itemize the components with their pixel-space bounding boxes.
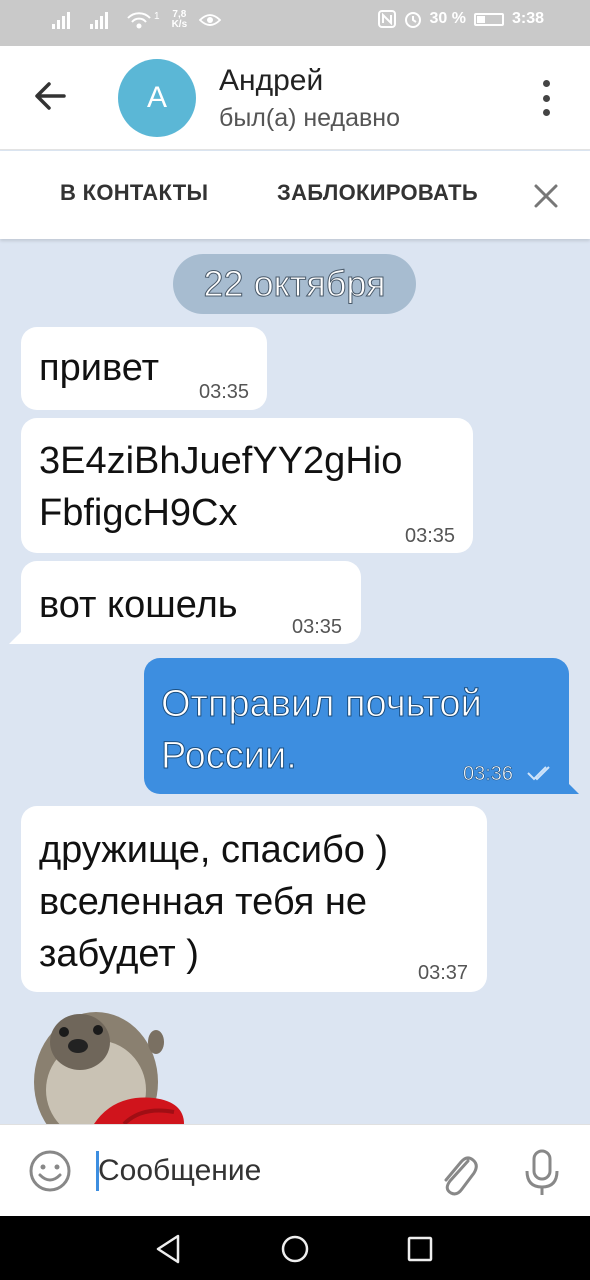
message-incoming[interactable]: вот кошель 03:35: [21, 561, 361, 644]
alarm-icon: [404, 12, 421, 28]
message-text-line1: 3E4ziBhJuefYY2gHio: [39, 440, 403, 482]
status-bar: 1 7,8 K/s 30 % 3:38: [0, 0, 590, 46]
close-icon[interactable]: [532, 182, 560, 210]
paperclip-icon[interactable]: [438, 1147, 478, 1197]
nav-recents-icon[interactable]: [403, 1232, 437, 1266]
message-time: 03:35: [292, 616, 343, 638]
message-text-line2: России.: [161, 735, 298, 778]
message-outgoing[interactable]: Отправил почьтой России. 03:36: [144, 658, 569, 794]
system-navigation-bar: [0, 1216, 590, 1280]
eye-icon: [199, 14, 222, 26]
message-time: 03:35: [405, 525, 456, 547]
message-incoming[interactable]: 3E4ziBhJuefYY2gHio FbfigcH9Cx 03:35: [21, 418, 473, 553]
battery-icon: [473, 12, 504, 26]
message-text-line3: забудет ): [39, 933, 199, 975]
message-text-line1: дружище, спасибо ): [39, 829, 389, 871]
otter-sticker-image: [34, 1012, 184, 1124]
message-time: 03:36: [463, 763, 514, 785]
microphone-icon[interactable]: [522, 1147, 562, 1197]
signal-icon: [50, 11, 76, 29]
nfc-icon: [377, 10, 396, 28]
message-incoming[interactable]: дружище, спасибо ) вселенная тебя не заб…: [21, 806, 487, 992]
date-divider: 22 октября: [173, 254, 416, 314]
message-text: вот кошель: [39, 584, 238, 626]
sim-badge: 1: [154, 10, 160, 22]
emoji-icon[interactable]: [28, 1149, 72, 1193]
last-seen-status: был(а) недавно: [219, 104, 401, 132]
message-time: 03:35: [199, 381, 250, 403]
clock: 3:38: [511, 10, 544, 27]
more-options-icon[interactable]: [532, 80, 560, 116]
avatar[interactable]: А: [118, 59, 196, 137]
network-speed: 7,8 K/s: [171, 9, 188, 30]
add-contact-button[interactable]: В КОНТАКТЫ: [60, 180, 208, 206]
message-input[interactable]: [98, 1147, 418, 1195]
message-incoming[interactable]: привет 03:35: [21, 327, 267, 410]
double-check-icon: [527, 766, 550, 781]
message-text: привет: [39, 347, 159, 389]
message-time: 03:37: [418, 962, 469, 984]
status-right: 30 % 3:38: [377, 10, 544, 28]
battery-percent: 30 %: [429, 10, 466, 27]
message-text-line2: вселенная тебя не: [39, 881, 368, 923]
wifi-icon: [127, 12, 151, 29]
contact-action-bar: В КОНТАКТЫ ЗАБЛОКИРОВАТЬ: [0, 151, 590, 239]
nav-back-icon[interactable]: [152, 1232, 186, 1266]
chat-header: А Андрей был(а) недавно: [0, 46, 590, 150]
message-composer: [0, 1124, 590, 1216]
message-text-line2: FbfigcH9Cx: [39, 492, 238, 534]
contact-name[interactable]: Андрей: [219, 64, 323, 98]
status-left: 1 7,8 K/s: [50, 9, 222, 30]
block-button[interactable]: ЗАБЛОКИРОВАТЬ: [277, 180, 478, 206]
nav-home-icon[interactable]: [278, 1232, 312, 1266]
back-arrow-icon[interactable]: [30, 76, 70, 116]
signal-icon-2: [88, 11, 114, 29]
sticker-otter[interactable]: [24, 1002, 184, 1124]
message-text-line1: Отправил почьтой: [161, 683, 483, 726]
